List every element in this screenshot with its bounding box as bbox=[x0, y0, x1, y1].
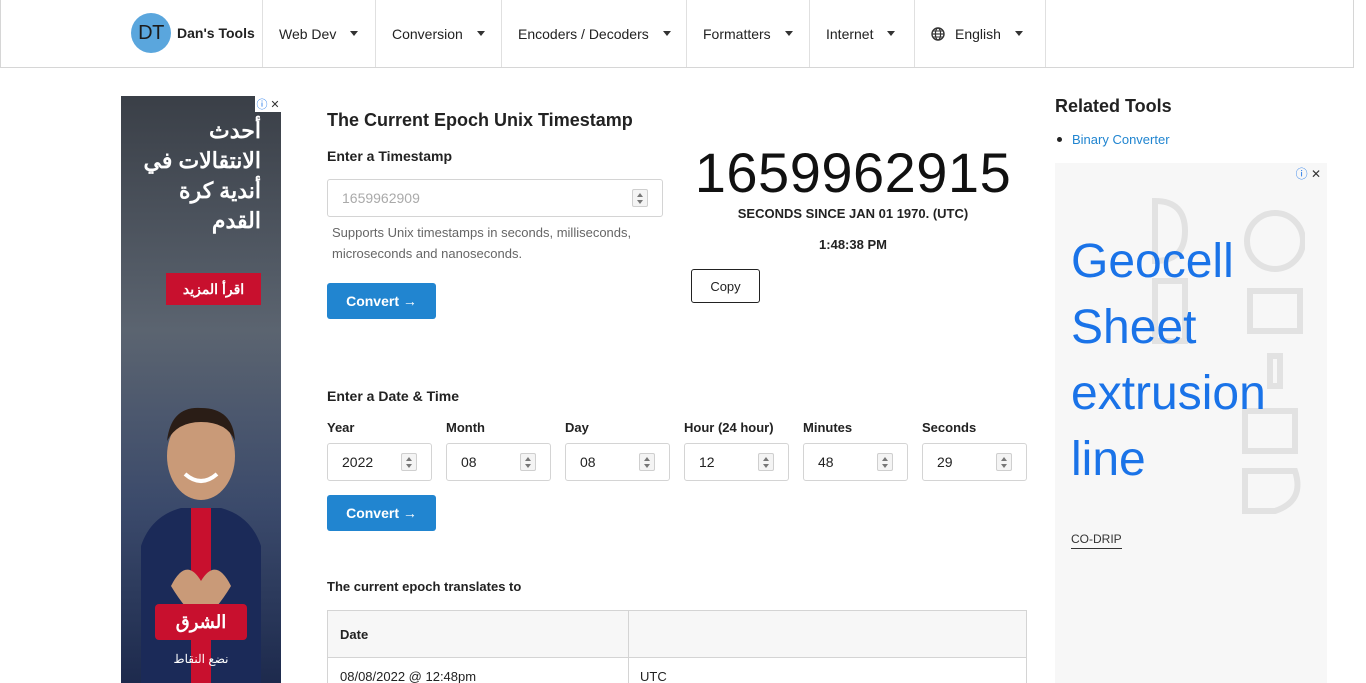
seconds-caption: SECONDS SINCE JAN 01 1970. (UTC) bbox=[737, 206, 969, 221]
table-cell-utc-link[interactable]: UTC bbox=[640, 669, 667, 683]
nav-label: Encoders / Decoders bbox=[518, 25, 649, 42]
ad-headline: أحدث الانتقالات في أندية كرة القدم bbox=[143, 118, 261, 233]
language-selector[interactable]: English bbox=[914, 0, 1046, 67]
nav-label: Conversion bbox=[392, 25, 463, 42]
number-spinner-icon[interactable] bbox=[877, 453, 893, 471]
hour-value: 12 bbox=[699, 454, 715, 470]
language-label: English bbox=[955, 25, 1001, 42]
hour-label: Hour (24 hour) bbox=[684, 420, 774, 435]
caret-down-icon bbox=[1014, 31, 1023, 36]
current-time: 1:48:38 PM bbox=[819, 237, 887, 252]
nav-encoders-decoders[interactable]: Encoders / Decoders bbox=[501, 0, 687, 67]
ad-brand-logo: الشرق bbox=[155, 604, 247, 640]
nav-label: Web Dev bbox=[279, 25, 337, 42]
convert-date-button[interactable]: Convert → bbox=[327, 495, 436, 531]
table-header: Date bbox=[328, 611, 1026, 658]
epoch-result-table: Date 08/08/2022 @ 12:48pm UTC bbox=[327, 610, 1027, 683]
nav-formatters[interactable]: Formatters bbox=[686, 0, 810, 67]
caret-down-icon bbox=[476, 31, 485, 36]
number-spinner-icon[interactable] bbox=[520, 453, 536, 471]
table-header-date: Date bbox=[340, 627, 369, 642]
datetime-label: Enter a Date & Time bbox=[327, 388, 460, 404]
nav-internet[interactable]: Internet bbox=[809, 0, 915, 67]
number-spinner-icon[interactable] bbox=[632, 189, 648, 207]
timestamp-input-placeholder: 1659962909 bbox=[342, 190, 420, 206]
month-value: 08 bbox=[461, 454, 477, 470]
seconds-input[interactable]: 29 bbox=[922, 443, 1027, 481]
convert-timestamp-button[interactable]: Convert → bbox=[327, 283, 436, 319]
nav-label: Internet bbox=[826, 25, 874, 42]
caret-down-icon bbox=[784, 31, 793, 36]
nav-web-dev[interactable]: Web Dev bbox=[262, 0, 376, 67]
left-advertisement[interactable]: ⓘ ✕ أحدث الانتقالات في أندية كرة القدم اق… bbox=[121, 96, 281, 683]
day-label: Day bbox=[565, 420, 589, 435]
brand-home-link[interactable]: DT Dan's Tools bbox=[131, 13, 255, 53]
month-input[interactable]: 08 bbox=[446, 443, 551, 481]
related-tool-link[interactable]: Binary Converter bbox=[1072, 132, 1170, 147]
number-spinner-icon[interactable] bbox=[758, 453, 774, 471]
brand-logo: DT bbox=[131, 13, 171, 53]
ad-brand-link[interactable]: CO-DRIP bbox=[1071, 532, 1122, 549]
seconds-label: Seconds bbox=[922, 420, 977, 435]
adchoices-icon[interactable]: ⓘ ✕ bbox=[1296, 165, 1321, 182]
day-input[interactable]: 08 bbox=[565, 443, 670, 481]
caret-down-icon bbox=[350, 31, 359, 36]
top-navbar: DT Dan's Tools Web Dev Conversion Encode… bbox=[0, 0, 1354, 68]
right-advertisement[interactable]: ⓘ ✕ Geocell Sheet extrusion line CO-DRIP bbox=[1055, 163, 1327, 683]
seconds-value: 29 bbox=[937, 454, 953, 470]
related-tools-title: Related Tools bbox=[1055, 96, 1172, 116]
ad-tagline: نضع النقاط bbox=[173, 652, 229, 666]
minutes-input[interactable]: 48 bbox=[803, 443, 908, 481]
ad-headline: Geocell Sheet extrusion line bbox=[1071, 235, 1266, 486]
day-value: 08 bbox=[580, 454, 596, 470]
hour-input[interactable]: 12 bbox=[684, 443, 789, 481]
year-value: 2022 bbox=[342, 454, 374, 470]
number-spinner-icon[interactable] bbox=[639, 453, 655, 471]
adchoices-icon[interactable]: ⓘ ✕ bbox=[255, 96, 281, 112]
caret-down-icon bbox=[887, 31, 896, 36]
caret-down-icon bbox=[662, 31, 671, 36]
current-timestamp: 1659962915 bbox=[694, 141, 1012, 204]
minutes-value: 48 bbox=[818, 454, 834, 470]
month-label: Month bbox=[446, 420, 485, 435]
timestamp-label: Enter a Timestamp bbox=[327, 148, 453, 164]
minutes-label: Minutes bbox=[803, 420, 853, 435]
copy-button[interactable]: Copy bbox=[691, 269, 760, 303]
brand-name: Dan's Tools bbox=[177, 25, 255, 41]
nav-conversion[interactable]: Conversion bbox=[375, 0, 502, 67]
timestamp-help-text: Supports Unix timestamps in seconds, mil… bbox=[332, 225, 632, 261]
related-tools-list: Binary Converter bbox=[1057, 132, 1170, 147]
table-cell-date: 08/08/2022 @ 12:48pm bbox=[340, 669, 477, 683]
nav-label: Formatters bbox=[703, 25, 771, 42]
page-title: The Current Epoch Unix Timestamp bbox=[327, 110, 633, 130]
timestamp-input[interactable]: 1659962909 bbox=[327, 179, 663, 217]
number-spinner-icon[interactable] bbox=[996, 453, 1012, 471]
ad-cta-button[interactable]: اقرأ المزيد bbox=[166, 273, 261, 305]
year-input[interactable]: 2022 bbox=[327, 443, 432, 481]
globe-icon bbox=[931, 26, 945, 41]
table-divider bbox=[628, 611, 629, 683]
number-spinner-icon[interactable] bbox=[401, 453, 417, 471]
year-label: Year bbox=[327, 420, 355, 435]
bullet-icon bbox=[1057, 137, 1062, 142]
translates-label: The current epoch translates to bbox=[327, 579, 522, 594]
table-header-blank bbox=[628, 611, 1026, 658]
